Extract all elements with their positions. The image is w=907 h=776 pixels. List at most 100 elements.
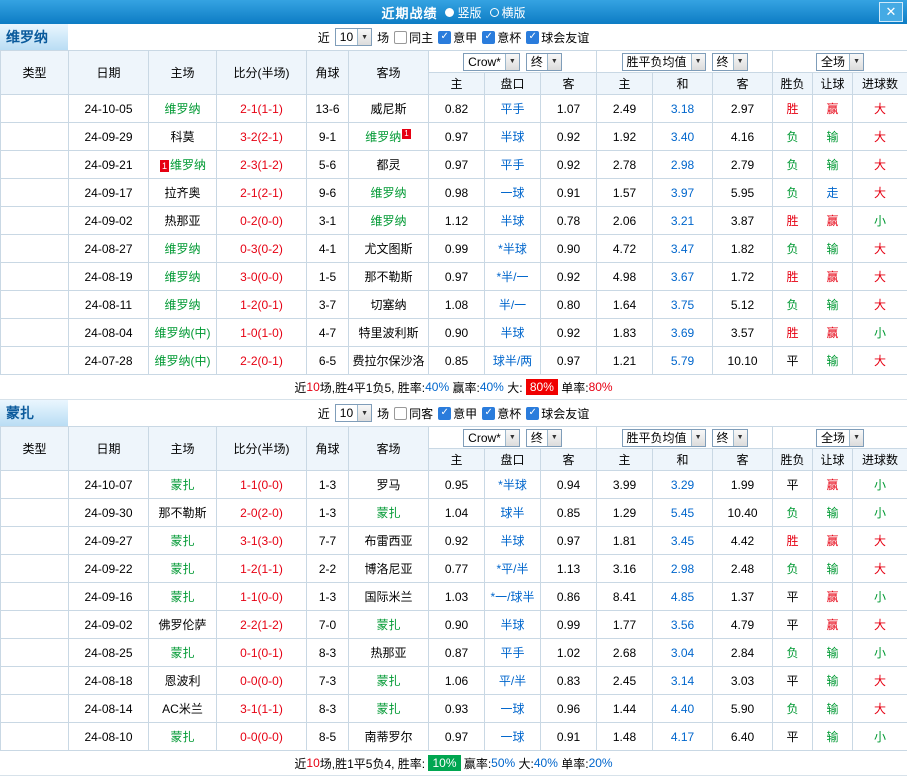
- euro-draw-odds-cell: 2.98: [653, 555, 713, 583]
- handicap-result-cell: 输: [813, 667, 853, 695]
- same-venue-checkbox[interactable]: 同主: [394, 29, 433, 46]
- away-team-cell: 罗马: [349, 471, 429, 499]
- vertical-layout-radio[interactable]: 竖版: [445, 4, 481, 21]
- goals-size-cell: 小: [853, 471, 907, 499]
- asian-home-odds-cell: 0.90: [429, 611, 485, 639]
- home-team-cell: 维罗纳(中): [149, 347, 217, 375]
- euro-draw-odds-cell: 3.21: [653, 207, 713, 235]
- team-section: 蒙扎近10▼场同客✓意甲✓意杯✓球会友谊类型日期主场比分(半场)角球客场Crow…: [0, 400, 907, 776]
- handicap-cell: 一球: [485, 723, 541, 751]
- column-header: 客场: [349, 427, 429, 471]
- home-team-cell: 热那亚: [149, 207, 217, 235]
- league-filter-checkbox[interactable]: ✓球会友谊: [526, 405, 589, 422]
- euro-away-odds-cell: 2.79: [713, 151, 773, 179]
- match-type-cell: 意甲: [1, 207, 69, 235]
- euro-away-odds-cell: 4.79: [713, 611, 773, 639]
- euro-draw-odds-cell: 3.56: [653, 611, 713, 639]
- corner-cell: 3-1: [307, 207, 349, 235]
- vertical-layout-label: 竖版: [457, 4, 481, 21]
- asian-home-odds-cell: 0.92: [429, 527, 485, 555]
- match-scope-select[interactable]: 全场▼: [816, 429, 864, 447]
- match-scope-select[interactable]: 全场▼: [816, 53, 864, 71]
- summary-part: 场,胜1平5负4, 胜率:: [320, 755, 429, 772]
- red-card-badge: 1: [402, 129, 410, 139]
- asian-home-odds-cell: 0.95: [429, 471, 485, 499]
- match-date-cell: 24-09-17: [69, 179, 149, 207]
- horizontal-layout-radio[interactable]: 横版: [490, 4, 526, 21]
- league-filter-checkbox[interactable]: ✓意甲: [438, 405, 477, 422]
- filter-row: 维罗纳近10▼场同主✓意甲✓意杯✓球会友谊: [0, 24, 907, 50]
- checkbox-label: 意杯: [497, 29, 521, 46]
- result-cell: 平: [773, 471, 813, 499]
- close-button[interactable]: ✕: [879, 2, 903, 22]
- match-count-select[interactable]: 10▼: [335, 404, 372, 422]
- column-subheader: 和: [653, 449, 713, 471]
- handicap-result-cell: 赢: [813, 263, 853, 291]
- result-cell: 负: [773, 639, 813, 667]
- score-cell: 2-1(1-1): [217, 95, 307, 123]
- team-name-text: 威尼斯: [370, 102, 406, 116]
- corner-cell: 5-6: [307, 151, 349, 179]
- asian-away-odds-cell: 1.13: [541, 555, 597, 583]
- euro-odds-type-select[interactable]: 胜平负均值▼: [622, 53, 706, 71]
- team-name-text: 蒙扎: [170, 730, 194, 744]
- handicap-result-cell: 走: [813, 179, 853, 207]
- dropdown-arrow-icon: ▼: [733, 54, 747, 70]
- euro-home-odds-cell: 2.49: [597, 95, 653, 123]
- checked-checkbox-icon: ✓: [526, 407, 539, 420]
- euro-stage-select[interactable]: 终▼: [712, 429, 748, 447]
- handicap-result-cell: 输: [813, 235, 853, 263]
- result-cell: 负: [773, 695, 813, 723]
- summary-part: 80%: [526, 379, 558, 395]
- column-header: 客场: [349, 51, 429, 95]
- match-count-select[interactable]: 10▼: [335, 28, 372, 46]
- match-date-cell: 24-09-27: [69, 527, 149, 555]
- goals-size-cell: 大: [853, 151, 907, 179]
- red-card-badge: 1: [160, 160, 169, 172]
- filter-row: 蒙扎近10▼场同客✓意甲✓意杯✓球会友谊: [0, 400, 907, 426]
- handicap-cell: 一球: [485, 695, 541, 723]
- unchecked-checkbox-icon: [394, 31, 407, 44]
- games-label: 场: [377, 405, 389, 422]
- panel-title: 近期战绩: [381, 3, 437, 22]
- score-cell: 0-2(0-0): [217, 207, 307, 235]
- asian-away-odds-cell: 0.97: [541, 347, 597, 375]
- corner-cell: 4-7: [307, 319, 349, 347]
- team-name-text: 维罗纳(中): [155, 326, 211, 340]
- league-filter-checkbox[interactable]: ✓意杯: [482, 29, 521, 46]
- league-filter-checkbox[interactable]: ✓球会友谊: [526, 29, 589, 46]
- asian-home-odds-cell: 0.87: [429, 639, 485, 667]
- match-date-cell: 24-09-29: [69, 123, 149, 151]
- checkbox-label: 意杯: [497, 405, 521, 422]
- selected-value: 终: [527, 53, 547, 70]
- match-row: 意甲24-09-02佛罗伦萨2-2(1-2)7-0蒙扎0.90半球0.991.7…: [1, 611, 907, 639]
- league-filter-checkbox[interactable]: ✓意杯: [482, 405, 521, 422]
- league-filter-checkbox[interactable]: ✓意甲: [438, 29, 477, 46]
- corner-cell: 6-5: [307, 347, 349, 375]
- asian-away-odds-cell: 0.80: [541, 291, 597, 319]
- summary-part: 单率:: [558, 379, 589, 396]
- bookmaker-select[interactable]: Crow*▼: [463, 53, 520, 71]
- selected-value: 胜平负均值: [623, 53, 691, 70]
- checked-checkbox-icon: ✓: [482, 31, 495, 44]
- asian-home-odds-cell: 0.93: [429, 695, 485, 723]
- asian-stage-select[interactable]: 终▼: [526, 53, 562, 71]
- same-venue-checkbox[interactable]: 同客: [394, 405, 433, 422]
- euro-odds-type-select[interactable]: 胜平负均值▼: [622, 429, 706, 447]
- asian-home-odds-cell: 1.03: [429, 583, 485, 611]
- away-team-cell: 维罗纳: [349, 179, 429, 207]
- asian-away-odds-cell: 0.83: [541, 667, 597, 695]
- away-team-cell: 那不勒斯: [349, 263, 429, 291]
- bookmaker-select[interactable]: Crow*▼: [463, 429, 520, 447]
- result-cell: 胜: [773, 207, 813, 235]
- asian-away-odds-cell: 0.92: [541, 151, 597, 179]
- goals-size-cell: 大: [853, 527, 907, 555]
- euro-draw-odds-cell: 4.17: [653, 723, 713, 751]
- euro-home-odds-cell: 1.92: [597, 123, 653, 151]
- match-date-cell: 24-09-02: [69, 207, 149, 235]
- match-row: 球会友谊24-07-28维罗纳(中)2-2(0-1)6-5费拉尔保沙洛0.85球…: [1, 347, 907, 375]
- euro-stage-select[interactable]: 终▼: [712, 53, 748, 71]
- handicap-cell: 球半: [485, 499, 541, 527]
- asian-stage-select[interactable]: 终▼: [526, 429, 562, 447]
- euro-away-odds-cell: 2.84: [713, 639, 773, 667]
